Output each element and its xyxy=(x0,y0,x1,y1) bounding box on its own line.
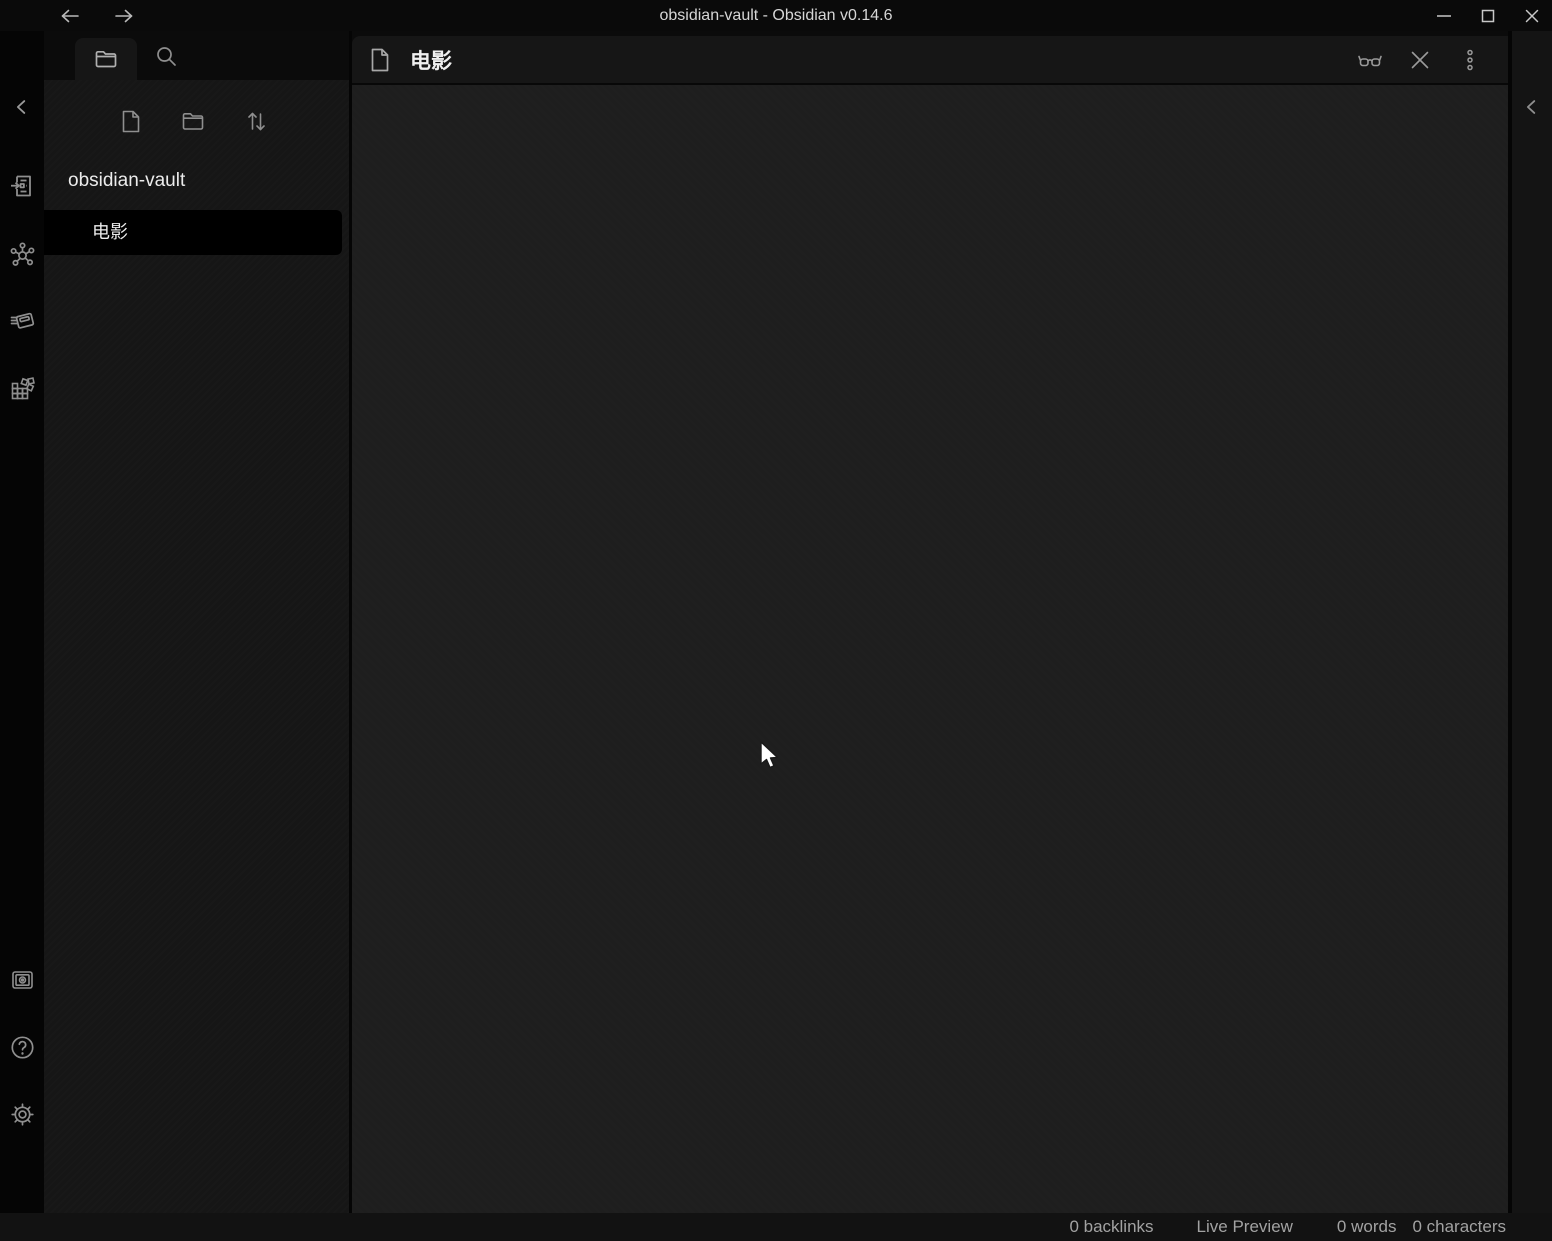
view-header: 电影 xyxy=(352,36,1508,83)
more-options-button[interactable] xyxy=(1456,46,1484,74)
forward-button[interactable] xyxy=(110,2,138,30)
tab-file-explorer[interactable] xyxy=(75,38,137,80)
maximize-button[interactable] xyxy=(1474,2,1502,30)
close-window-button[interactable] xyxy=(1518,2,1546,30)
vault-icon xyxy=(9,967,36,994)
new-note-button[interactable] xyxy=(117,108,143,134)
gear-icon xyxy=(9,1101,36,1128)
maximize-icon xyxy=(1477,5,1499,27)
quick-switcher-icon xyxy=(9,173,35,199)
right-sidebar-collapsed xyxy=(1512,31,1552,1213)
editor-mode-toggle[interactable]: Live Preview xyxy=(1197,1217,1293,1237)
settings-button[interactable] xyxy=(8,1100,36,1128)
expand-right-sidebar-button[interactable] xyxy=(1518,93,1546,121)
workspace: obsidian-vault 电影 电影 xyxy=(0,31,1552,1213)
history-nav xyxy=(56,0,138,31)
close-tab-button[interactable] xyxy=(1406,46,1434,74)
folder-icon xyxy=(93,46,119,72)
flying-note-icon xyxy=(9,307,36,334)
reading-view-button[interactable] xyxy=(1356,46,1384,74)
status-bar: 0 backlinks Live Preview 0 words 0 chara… xyxy=(0,1213,1552,1241)
sort-arrows-icon xyxy=(244,109,269,134)
quick-switcher-button[interactable] xyxy=(8,172,36,200)
vertical-dots-icon xyxy=(1457,47,1483,73)
file-explorer-panel: obsidian-vault 电影 xyxy=(44,80,349,1213)
arrow-left-icon xyxy=(58,4,82,28)
left-ribbon xyxy=(0,31,44,1213)
sidebar-tabstrip xyxy=(44,31,349,80)
word-count: 0 words xyxy=(1337,1217,1397,1237)
tab-search[interactable] xyxy=(152,42,180,70)
file-item-label: 电影 xyxy=(92,210,128,255)
blocks-grid-button[interactable] xyxy=(8,374,36,402)
editor-content[interactable] xyxy=(352,85,1508,1213)
chevron-left-icon xyxy=(1521,96,1543,118)
document-icon xyxy=(368,47,392,73)
graph-view-button[interactable] xyxy=(8,240,36,268)
view-header-actions xyxy=(1356,36,1484,83)
new-folder-icon xyxy=(180,108,206,134)
chevron-left-icon xyxy=(11,96,33,118)
open-vault-button[interactable] xyxy=(8,966,36,994)
back-button[interactable] xyxy=(56,2,84,30)
character-count: 0 characters xyxy=(1412,1217,1506,1237)
new-file-icon xyxy=(118,109,143,134)
editor-pane: 电影 xyxy=(352,31,1508,1213)
sort-order-button[interactable] xyxy=(243,108,269,134)
glasses-icon xyxy=(1356,46,1384,74)
explorer-actions xyxy=(44,108,349,134)
search-icon xyxy=(154,44,179,69)
help-icon xyxy=(9,1034,36,1061)
titlebar: obsidian-vault - Obsidian v0.14.6 xyxy=(0,0,1552,31)
window-title: obsidian-vault - Obsidian v0.14.6 xyxy=(0,0,1552,31)
blocks-grid-icon xyxy=(9,375,36,402)
vault-name[interactable]: obsidian-vault xyxy=(68,170,185,192)
arrow-right-icon xyxy=(112,4,136,28)
window-controls xyxy=(1430,0,1546,31)
left-sidebar: obsidian-vault 电影 xyxy=(44,31,349,1213)
collapse-left-sidebar-button[interactable] xyxy=(8,93,36,121)
minimize-button[interactable] xyxy=(1430,2,1458,30)
graph-icon xyxy=(9,241,36,268)
minimize-icon xyxy=(1433,5,1455,27)
file-item-selected[interactable]: 电影 xyxy=(44,210,342,255)
flying-note-button[interactable] xyxy=(8,306,36,334)
backlinks-count[interactable]: 0 backlinks xyxy=(1069,1217,1153,1237)
new-folder-button[interactable] xyxy=(180,108,206,134)
help-button[interactable] xyxy=(8,1033,36,1061)
close-icon xyxy=(1521,5,1543,27)
view-header-title-area: 电影 xyxy=(368,36,452,83)
note-title: 电影 xyxy=(410,45,452,75)
close-x-icon xyxy=(1407,47,1433,73)
